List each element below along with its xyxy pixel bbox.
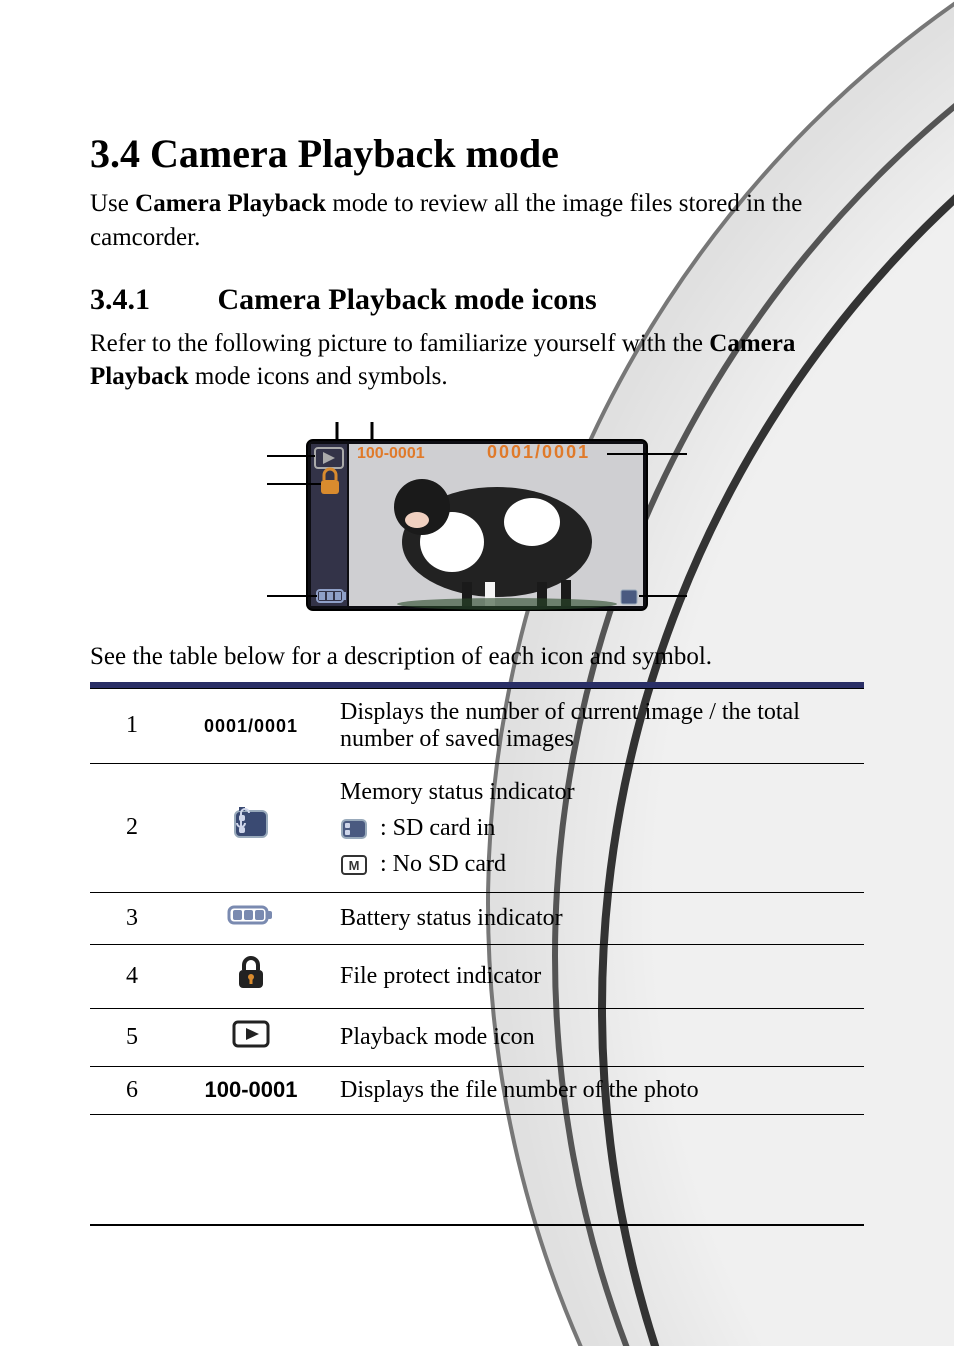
- row-icon-cell: 100-0001: [174, 1066, 328, 1114]
- row-description: Memory status indicator : SD card in M: [328, 763, 864, 892]
- row-description: Displays the file number of the photo: [328, 1066, 864, 1114]
- sub-body-pre: Refer to the following picture to famili…: [90, 330, 709, 357]
- intro-text-bold: Camera Playback: [135, 190, 326, 217]
- no-sd-card-label: : No SD card: [380, 851, 506, 877]
- table-row: 3 Battery status indicator: [90, 892, 864, 944]
- row-icon-cell: [174, 944, 328, 1008]
- table-row: 2 Memory status indicator: [90, 763, 864, 892]
- overlay-file-label: 100-0001: [357, 445, 425, 462]
- row-index: 4: [90, 944, 174, 1008]
- overlay-counter-label: 0001/0001: [487, 442, 590, 462]
- battery-icon: [227, 903, 275, 927]
- table-intro: See the table below for a description of…: [90, 640, 864, 674]
- playback-mode-icon: [231, 1019, 271, 1049]
- lock-icon: [234, 955, 268, 991]
- section-intro: Use Camera Playback mode to review all t…: [90, 187, 864, 255]
- row-index: 3: [90, 892, 174, 944]
- row-description: Battery status indicator: [328, 892, 864, 944]
- subsection-title: Camera Playback mode icons: [218, 283, 597, 316]
- row-icon-cell: 0001/0001: [174, 688, 328, 763]
- counter-icon: 0001/0001: [204, 716, 298, 736]
- table-row: 4 File protect indicator: [90, 944, 864, 1008]
- row-icon-cell: [174, 1008, 328, 1066]
- file-number-icon: 100-0001: [205, 1077, 298, 1102]
- subsection-body: Refer to the following picture to famili…: [90, 327, 864, 395]
- row-icon-cell: [174, 763, 328, 892]
- row-description: File protect indicator: [328, 944, 864, 1008]
- row-index: 6: [90, 1066, 174, 1114]
- sd-card-in-icon: [340, 818, 368, 840]
- mem-status-title: Memory status indicator: [340, 774, 852, 810]
- row-index: 2: [90, 763, 174, 892]
- footer-divider: [90, 1224, 864, 1226]
- playback-screenshot: 100-0001 0001/0001: [267, 422, 687, 632]
- sd-card-icon: [231, 807, 271, 841]
- row-index: 1: [90, 688, 174, 763]
- intro-text-pre: Use: [90, 190, 135, 217]
- no-sd-card-icon: M: [340, 854, 368, 876]
- section-title: 3.4 Camera Playback mode: [90, 130, 864, 177]
- row-description: Displays the number of current image / t…: [328, 688, 864, 763]
- table-row: 6 100-0001 Displays the file number of t…: [90, 1066, 864, 1114]
- row-index: 5: [90, 1008, 174, 1066]
- sub-body-post: mode icons and symbols.: [189, 363, 448, 390]
- sd-card-in-label: : SD card in: [380, 815, 495, 841]
- row-description: Playback mode icon: [328, 1008, 864, 1066]
- row-icon-cell: [174, 892, 328, 944]
- table-row: 1 0001/0001 Displays the number of curre…: [90, 688, 864, 763]
- icon-description-table: 1 0001/0001 Displays the number of curre…: [90, 682, 864, 1115]
- table-row: 5 Playback mode icon: [90, 1008, 864, 1066]
- subsection-heading: 3.4.1 Camera Playback mode icons: [90, 283, 864, 317]
- subsection-number: 3.4.1: [90, 283, 210, 317]
- svg-text:M: M: [349, 858, 360, 873]
